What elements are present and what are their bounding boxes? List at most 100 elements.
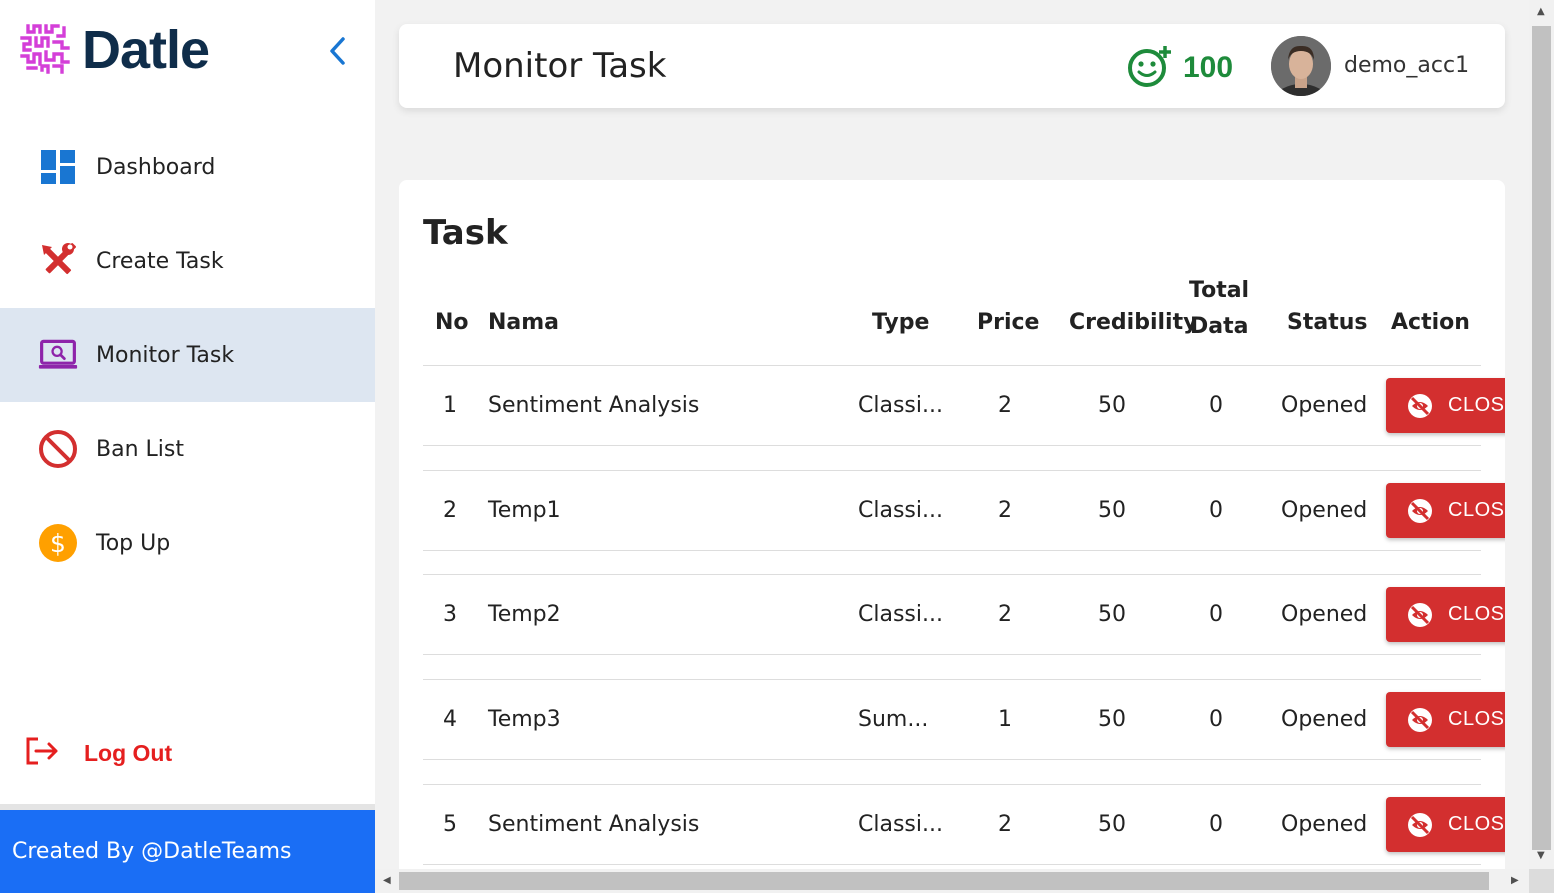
sidebar-item-label: Create Task <box>96 248 224 274</box>
cell-nama: Temp3 <box>488 707 561 732</box>
table-row: 1 Sentiment Analysis Classi... 2 50 0 Op… <box>423 366 1505 446</box>
scroll-down-arrow-icon[interactable]: ▼ <box>1537 850 1545 861</box>
scroll-left-arrow-icon[interactable]: ◀ <box>383 875 391 886</box>
task-table-card: Task No Nama Type Price Credibility Tota… <box>399 180 1505 893</box>
cell-nama: Sentiment Analysis <box>488 812 700 837</box>
cell-credibility: 50 <box>1098 393 1126 418</box>
eye-off-icon <box>1408 498 1432 523</box>
close-task-button[interactable]: CLOSE <box>1386 483 1505 538</box>
col-header-action: Action <box>1391 310 1470 335</box>
close-button-label: CLOSE <box>1448 394 1505 416</box>
cell-no: 1 <box>443 393 457 418</box>
points-value: 100 <box>1183 51 1234 84</box>
sidebar-item-label: Monitor Task <box>96 342 235 368</box>
datle-logo-icon <box>18 20 74 80</box>
vertical-scroll-thumb[interactable] <box>1532 26 1551 850</box>
cell-credibility: 50 <box>1098 602 1126 627</box>
eye-off-icon <box>1408 812 1432 837</box>
dollar-icon: $ <box>38 523 78 563</box>
col-header-price: Price <box>977 310 1040 335</box>
sidebar: Datle Dashboard Create Task Monitor Task… <box>0 0 375 893</box>
logout-button[interactable]: Log Out <box>24 735 172 771</box>
table-header: No Nama Type Price Credibility Total Dat… <box>423 278 1481 366</box>
sidebar-item-monitor-task[interactable]: Monitor Task <box>0 308 375 402</box>
cell-no: 2 <box>443 498 457 523</box>
avatar[interactable] <box>1271 36 1331 96</box>
close-task-button[interactable]: CLOSE <box>1386 692 1505 747</box>
cell-price: 2 <box>998 498 1012 523</box>
collapse-sidebar-button[interactable] <box>324 34 350 68</box>
cell-type: Classi... <box>858 498 943 523</box>
tools-icon <box>38 241 78 281</box>
dashboard-icon <box>38 147 78 187</box>
brand-name: Datle <box>82 20 210 80</box>
cell-status: Opened <box>1281 498 1368 523</box>
cell-status: Opened <box>1281 707 1368 732</box>
cell-price: 1 <box>998 707 1012 732</box>
cell-price: 2 <box>998 602 1012 627</box>
cell-status: Opened <box>1281 602 1368 627</box>
col-header-credibility: Credibility <box>1069 310 1198 335</box>
cell-type: Classi... <box>858 602 943 627</box>
horizontal-scrollbar[interactable]: ◀ ▶ <box>375 869 1529 893</box>
cell-credibility: 50 <box>1098 498 1126 523</box>
col-header-no: No <box>435 310 469 335</box>
cell-no: 5 <box>443 812 457 837</box>
cell-credibility: 50 <box>1098 707 1126 732</box>
monitor-icon <box>38 335 78 375</box>
credit-footer: Created By @DatleTeams <box>0 810 375 893</box>
table-row: 4 Temp3 Sum... 1 50 0 Opened CLOSE <box>423 680 1505 760</box>
cell-nama: Sentiment Analysis <box>488 393 700 418</box>
sidebar-item-label: Top Up <box>96 530 171 556</box>
smiley-plus-icon <box>1127 44 1173 92</box>
cell-no: 4 <box>443 707 457 732</box>
table-row: 5 Sentiment Analysis Classi... 2 50 0 Op… <box>423 785 1505 865</box>
col-header-status: Status <box>1287 310 1368 335</box>
brand-logo[interactable]: Datle <box>18 20 210 80</box>
col-header-data: Data <box>1190 314 1249 339</box>
horizontal-scroll-thumb[interactable] <box>399 872 1489 890</box>
scroll-right-arrow-icon[interactable]: ▶ <box>1511 875 1519 886</box>
sidebar-item-top-up[interactable]: $ Top Up <box>0 496 375 590</box>
cell-total-data: 0 <box>1209 602 1223 627</box>
scroll-up-arrow-icon[interactable]: ▲ <box>1537 6 1545 17</box>
table-title: Task <box>423 213 508 253</box>
table-row: 3 Temp2 Classi... 2 50 0 Opened CLOSE <box>423 575 1505 655</box>
svg-text:$: $ <box>50 529 66 558</box>
close-button-label: CLOSE <box>1448 813 1505 835</box>
close-button-label: CLOSE <box>1448 499 1505 521</box>
close-button-label: CLOSE <box>1448 603 1505 625</box>
logout-label: Log Out <box>84 739 173 766</box>
sidebar-item-ban-list[interactable]: Ban List <box>0 402 375 496</box>
sidebar-item-dashboard[interactable]: Dashboard <box>0 120 375 214</box>
sidebar-item-label: Dashboard <box>96 154 216 180</box>
col-header-nama: Nama <box>488 310 560 335</box>
ban-icon <box>38 429 78 469</box>
logout-icon <box>24 735 60 771</box>
cell-status: Opened <box>1281 812 1368 837</box>
cell-total-data: 0 <box>1209 498 1223 523</box>
sidebar-item-create-task[interactable]: Create Task <box>0 214 375 308</box>
close-task-button[interactable]: CLOSE <box>1386 378 1505 433</box>
points-display: 100 <box>1127 44 1233 92</box>
close-task-button[interactable]: CLOSE <box>1386 587 1505 642</box>
cell-total-data: 0 <box>1209 393 1223 418</box>
cell-price: 2 <box>998 393 1012 418</box>
col-header-type: Type <box>872 310 930 335</box>
scrollbar-corner <box>1529 869 1554 893</box>
col-header-total: Total <box>1189 278 1250 303</box>
cell-price: 2 <box>998 812 1012 837</box>
cell-status: Opened <box>1281 393 1368 418</box>
username[interactable]: demo_acc1 <box>1344 53 1469 78</box>
cell-type: Sum... <box>858 707 929 732</box>
cell-credibility: 50 <box>1098 812 1126 837</box>
close-task-button[interactable]: CLOSE <box>1386 797 1505 852</box>
eye-off-icon <box>1408 707 1432 732</box>
cell-type: Classi... <box>858 812 943 837</box>
vertical-scrollbar[interactable]: ▲ ▼ <box>1529 0 1554 869</box>
sidebar-nav: Dashboard Create Task Monitor Task Ban L… <box>0 120 375 590</box>
cell-no: 3 <box>443 602 457 627</box>
page-title: Monitor Task <box>453 46 667 86</box>
sidebar-item-label: Ban List <box>96 436 184 462</box>
eye-off-icon <box>1408 393 1432 418</box>
